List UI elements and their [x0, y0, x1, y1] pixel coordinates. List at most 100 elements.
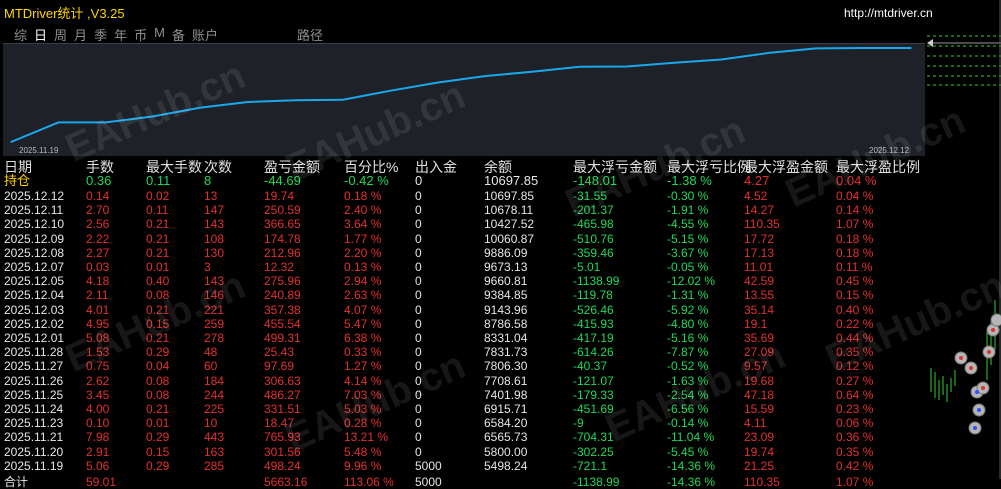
table-cell: 2025.12.07 — [4, 260, 65, 274]
table-cell: -451.69 — [573, 402, 614, 416]
table-cell: 持仓 — [4, 173, 31, 188]
table-cell: 0.15 % — [836, 288, 874, 303]
website-url[interactable]: http://mtdriver.cn — [844, 6, 933, 20]
table-cell: 285 — [204, 458, 225, 473]
table-cell: 0.06 % — [836, 416, 874, 431]
equity-point — [104, 121, 107, 124]
table-cell: 0.11 — [146, 203, 169, 218]
table-cell: 19.1 — [744, 316, 768, 331]
table-cell: 10697.85 — [484, 189, 535, 203]
table-cell: 3.64 % — [344, 217, 382, 232]
table-cell: 7806.30 — [484, 359, 528, 374]
tab-3[interactable]: 月 — [74, 25, 87, 43]
table-cell: 0.04 — [146, 359, 170, 374]
table-cell: 0.64 % — [836, 387, 874, 402]
table-cell: 221 — [204, 302, 225, 317]
table-cell: 110.35 — [744, 217, 780, 232]
equity-point — [483, 75, 486, 77]
table-cell: 35.14 — [744, 302, 775, 317]
table-cell: 2025.11.26 — [4, 373, 64, 388]
tab-1[interactable]: 日 — [34, 25, 47, 43]
table-cell: -5.92 % — [667, 302, 709, 317]
table-cell: -119.78 — [573, 288, 613, 303]
table-cell: 0.14 % — [836, 203, 874, 218]
chart-end-date: 2025.12.12 — [869, 146, 910, 155]
table-cell: 9384.85 — [484, 288, 528, 303]
table-cell: 8331.04 — [484, 331, 528, 345]
tab-10[interactable]: 路径 — [297, 25, 323, 43]
table-cell: 0.21 — [146, 217, 170, 232]
table-cell: -31.55 — [573, 189, 608, 203]
table-cell: 244 — [204, 387, 225, 402]
table-cell: 110.35 — [744, 475, 780, 489]
table-row: 2025.11.19 5.06 0.29 285 498.24 9.96 % 5000 549… — [0, 459, 935, 473]
table-cell: 11.01 — [744, 260, 774, 274]
table-cell: 5.47 % — [344, 316, 382, 331]
table-cell: 9.96 % — [344, 458, 382, 473]
table-cell: 9886.09 — [484, 245, 528, 260]
tab-6[interactable]: 币 — [134, 25, 147, 43]
table-cell: 1.53 — [86, 345, 110, 360]
tab-4[interactable]: 季 — [94, 25, 107, 43]
table-cell: -121.07 — [573, 373, 614, 388]
table-cell: -415.93 — [573, 316, 614, 331]
table-cell: 0.29 — [146, 345, 170, 360]
table-cell: 0 — [415, 245, 422, 260]
table-cell: 5.03 % — [344, 402, 382, 416]
table-cell: 0.40 — [146, 274, 170, 289]
table-cell: 4.07 % — [344, 302, 382, 317]
table-cell: -1.63 % — [667, 373, 709, 388]
table-cell: 27.09 — [744, 345, 775, 360]
table-cell: 278 — [204, 331, 225, 345]
table-cell: 2025.11.23 — [4, 416, 64, 431]
table-cell: 13 — [204, 189, 218, 203]
table-cell: 765.93 — [264, 430, 301, 445]
table-cell: 47.18 — [744, 387, 775, 402]
table-cell: 146 — [204, 288, 225, 303]
table-cell: 0.33 % — [344, 345, 382, 360]
equity-point — [768, 52, 770, 54]
table-cell: 6565.73 — [484, 430, 528, 445]
table-cell: 225 — [204, 402, 225, 416]
equity-point — [862, 47, 865, 49]
tab-2[interactable]: 周 — [54, 25, 67, 43]
tab-7[interactable]: M — [154, 25, 165, 43]
table-cell: 8786.58 — [484, 316, 528, 331]
table-cell: 163 — [204, 444, 225, 459]
table-cell: 25.43 — [264, 345, 295, 360]
table-cell: 17.72 — [744, 231, 775, 246]
table-cell: 17.13 — [744, 245, 775, 260]
table-cell: 2025.12.01 — [4, 331, 65, 345]
table-cell: 301.56 — [264, 444, 301, 459]
chart-start-date: 2025.11.19 — [19, 146, 59, 155]
table-cell: 10427.52 — [484, 217, 535, 232]
table-cell: 0 — [415, 316, 422, 331]
table-cell: 0 — [415, 173, 423, 188]
table-cell: -465.98 — [573, 217, 614, 232]
table-cell: 5800.00 — [484, 444, 528, 459]
table-cell: 0 — [415, 387, 422, 402]
table-cell: 250.59 — [264, 203, 301, 218]
equity-point — [10, 141, 12, 143]
table-cell: 0.10 — [86, 416, 110, 431]
table-cell: 0.21 — [146, 331, 170, 345]
table-cell: 0 — [415, 331, 422, 345]
tab-5[interactable]: 年 — [114, 25, 127, 43]
table-cell: 4.52 — [744, 189, 768, 203]
tab-8[interactable]: 备 — [172, 25, 185, 43]
tab-9[interactable]: 账户 — [192, 25, 218, 43]
table-cell: 0.13 % — [344, 260, 382, 274]
equity-point — [625, 65, 628, 68]
table-cell: 5.06 — [86, 458, 110, 473]
table-cell: 19.74 — [744, 444, 775, 459]
table-cell: 357.38 — [264, 302, 301, 317]
table-cell: 0.08 — [146, 288, 170, 303]
table-cell: 1.07 % — [836, 217, 874, 232]
table-cell: 0.02 — [146, 189, 170, 203]
table-row: 2025.12.07 0.03 0.01 3 12.32 0.13 % 0 9673.13 -5… — [0, 260, 935, 274]
table-cell: 0.75 — [86, 359, 110, 374]
table-cell: 12.32 — [264, 260, 295, 274]
tab-0[interactable]: 综 — [14, 25, 27, 43]
table-cell: -1138.99 — [573, 274, 620, 289]
table-cell: 2025.12.12 — [4, 189, 65, 203]
